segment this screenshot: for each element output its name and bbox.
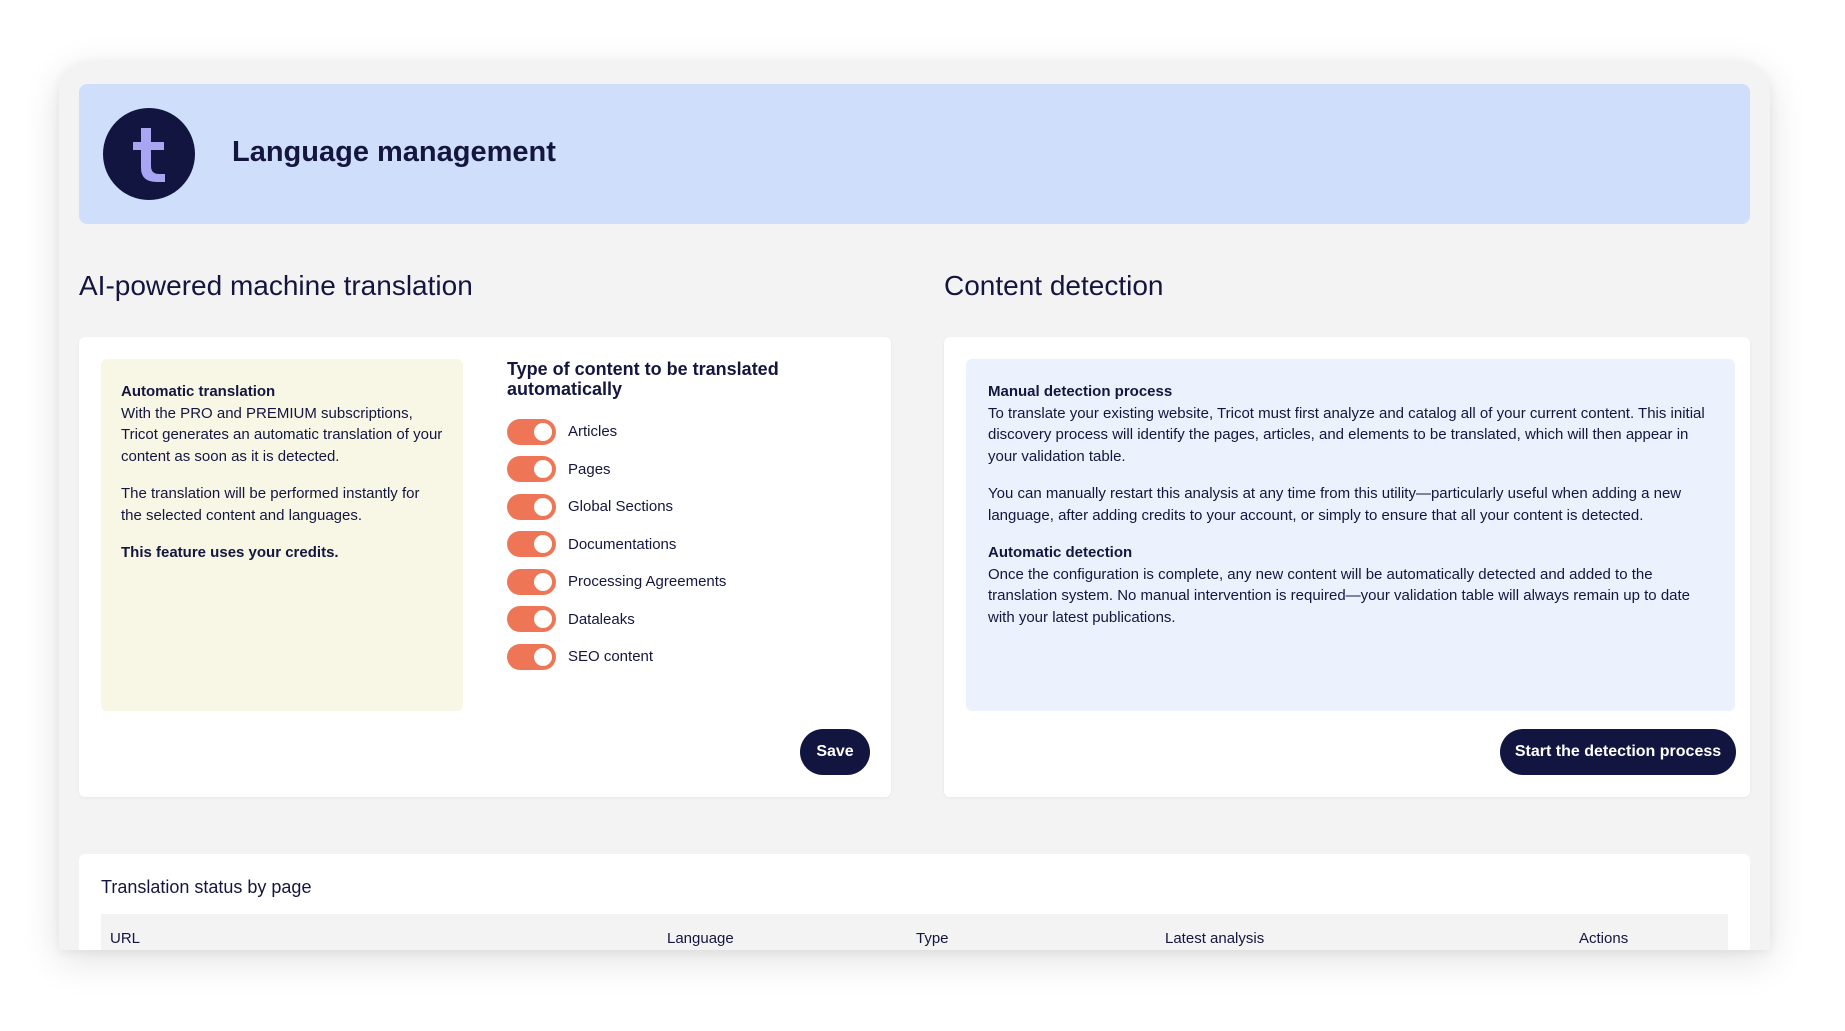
- toggle-label: Pages: [568, 460, 611, 478]
- manual-detection-paragraph: To translate your existing website, Tric…: [988, 404, 1705, 465]
- column-header-language[interactable]: Language: [667, 930, 734, 947]
- toggle-row-documentations: Documentations: [507, 526, 867, 564]
- toggle-label: Processing Agreements: [568, 573, 727, 591]
- toggle-row-pages: Pages: [507, 451, 867, 489]
- toggle-knob: [534, 610, 552, 629]
- manual-detection-title: Manual detection process: [988, 383, 1173, 400]
- translation-card: Automatic translation With the PRO and P…: [79, 337, 891, 797]
- toggle-row-processing-agreements: Processing Agreements: [507, 563, 867, 601]
- page-title: Language management: [232, 136, 556, 168]
- tricot-t-glyph: [133, 128, 165, 182]
- column-header-type[interactable]: Type: [916, 930, 949, 947]
- seo-content-toggle[interactable]: [507, 643, 556, 670]
- automatic-detection-title: Automatic detection: [988, 544, 1133, 561]
- toggle-row-dataleaks: Dataleaks: [507, 601, 867, 639]
- info-paragraph: With the PRO and PREMIUM subscriptions, …: [121, 404, 443, 465]
- column-header-actions[interactable]: Actions: [1579, 930, 1628, 947]
- documentations-toggle[interactable]: [507, 531, 556, 558]
- app-window: Language management AI-powered machine t…: [59, 62, 1770, 950]
- dataleaks-toggle[interactable]: [507, 606, 556, 633]
- detection-info: Manual detection process To translate yo…: [966, 359, 1735, 711]
- detection-card: Manual detection process To translate yo…: [944, 337, 1750, 797]
- tricot-logo-icon: [103, 108, 195, 200]
- toggle-label: Articles: [568, 423, 618, 441]
- toggle-knob: [534, 572, 552, 591]
- translation-heading: AI-powered machine translation: [79, 270, 473, 301]
- credits-notice: This feature uses your credits.: [121, 544, 339, 561]
- column-header-latest-analysis[interactable]: Latest analysis: [1165, 930, 1264, 947]
- global-sections-toggle[interactable]: [507, 493, 556, 520]
- column-header-url[interactable]: URL: [110, 930, 140, 947]
- content-type-toggles: Type of content to be translated automat…: [507, 359, 867, 676]
- info-title: Automatic translation: [121, 383, 276, 400]
- translation-status-card: Translation status by page URL Language …: [79, 854, 1750, 950]
- toggle-knob: [534, 535, 552, 554]
- content-types-title: Type of content to be translated automat…: [507, 359, 779, 399]
- toggle-label: SEO content: [568, 648, 654, 666]
- toggle-label: Dataleaks: [568, 610, 635, 628]
- articles-toggle[interactable]: [507, 418, 556, 445]
- toggle-knob: [534, 460, 552, 479]
- manual-detection-paragraph: You can manually restart this analysis a…: [988, 485, 1682, 524]
- toggle-knob: [534, 647, 552, 666]
- automatic-detection-paragraph: Once the configuration is complete, any …: [988, 565, 1691, 626]
- toggle-knob: [534, 422, 552, 441]
- automatic-translation-info: Automatic translation With the PRO and P…: [101, 359, 463, 711]
- info-paragraph: The translation will be performed instan…: [121, 485, 420, 524]
- table-header-row: URL Language Type Latest analysis Action…: [101, 914, 1728, 950]
- detection-heading: Content detection: [944, 270, 1164, 301]
- processing-agreements-toggle[interactable]: [507, 568, 556, 595]
- toggle-label: Documentations: [568, 535, 677, 553]
- save-button[interactable]: Save: [800, 729, 870, 775]
- table-title: Translation status by page: [101, 877, 312, 897]
- start-detection-button[interactable]: Start the detection process: [1500, 729, 1736, 775]
- page-header: Language management: [79, 84, 1750, 224]
- toggle-row-global-sections: Global Sections: [507, 488, 867, 526]
- toggle-knob: [534, 497, 552, 516]
- toggle-label: Global Sections: [568, 498, 674, 516]
- toggle-row-seo-content: SEO content: [507, 638, 867, 676]
- pages-toggle[interactable]: [507, 456, 556, 483]
- toggle-row-articles: Articles: [507, 413, 867, 451]
